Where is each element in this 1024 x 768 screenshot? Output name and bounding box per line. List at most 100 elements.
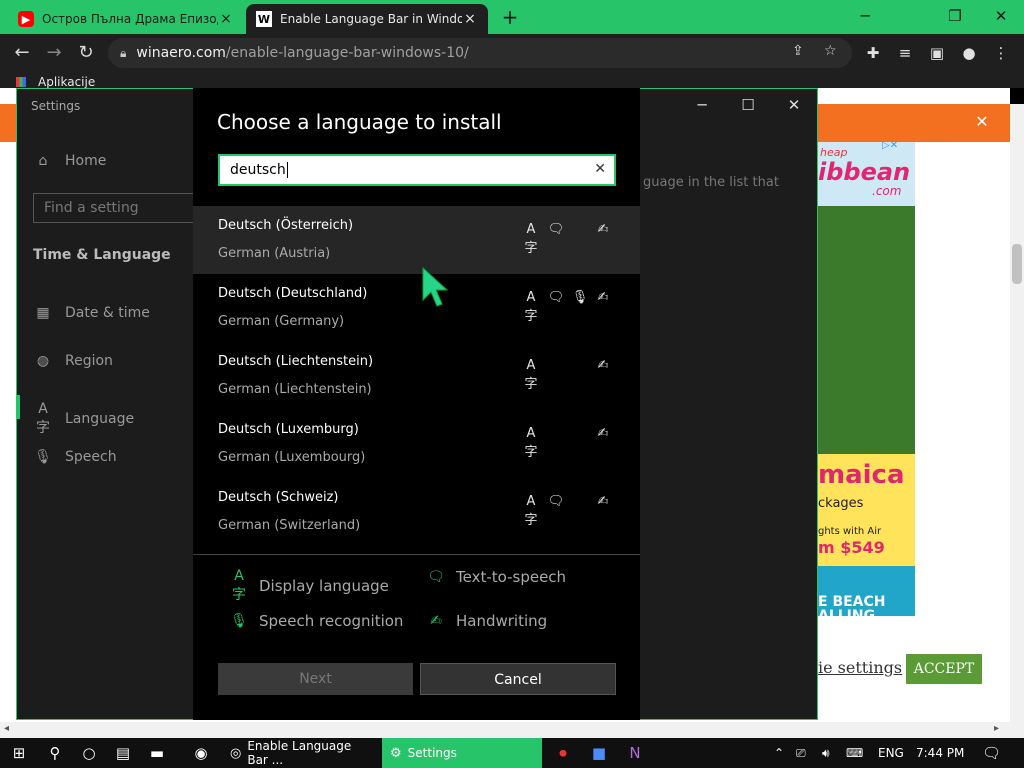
clock[interactable]: 7:44 PM (916, 738, 964, 768)
handwriting-icon: ✍︎ (597, 426, 609, 441)
back-icon[interactable]: ← (10, 41, 34, 65)
language-name: Deutsch (Österreich) (218, 218, 354, 233)
scroll-right-icon[interactable]: ▸ (994, 723, 999, 734)
ad-text: maica (818, 460, 905, 490)
mouse-cursor-icon (422, 266, 449, 307)
language-search-input[interactable]: deutsch ✕ (218, 154, 616, 186)
cancel-button[interactable]: Cancel (420, 663, 616, 695)
apps-grid-icon (16, 77, 26, 87)
ad-text: ALLING (818, 608, 876, 616)
maximize-icon[interactable]: ☐ (725, 95, 771, 115)
nav-region[interactable]: ◍ Region (33, 353, 113, 369)
tab-winaero[interactable]: W Enable Language Bar in Windows × (246, 4, 488, 34)
record-icon[interactable]: ⏺ (546, 738, 580, 768)
next-button[interactable]: Next (218, 663, 413, 695)
legend-label: Display language (259, 577, 389, 595)
restore-browser-icon[interactable]: ❐ (932, 4, 978, 28)
nav-label: Region (65, 353, 113, 369)
close-notice-icon[interactable]: ✕ (972, 112, 992, 132)
legend-text-to-speech: 🗨︎ Text-to-speech (426, 568, 566, 586)
new-tab-button[interactable]: + (498, 6, 522, 28)
language-row[interactable]: Deutsch (Schweiz) German (Switzerland) A… (193, 478, 640, 546)
keyboard-icon[interactable]: ⌨ (846, 738, 863, 768)
zoom-icon[interactable]: ■ (582, 738, 616, 768)
reload-icon[interactable]: ↻ (74, 41, 98, 65)
close-browser-icon[interactable]: ✕ (978, 4, 1024, 28)
speech-recognition-icon: 🎙︎ (230, 613, 248, 629)
microphone-icon: 🎙︎ (34, 449, 52, 465)
language-name: Deutsch (Schweiz) (218, 490, 339, 505)
handwriting-icon: ✍︎ (597, 290, 609, 305)
cortana-icon[interactable]: ○ (72, 738, 106, 768)
language-english-name: German (Liechtenstein) (218, 382, 372, 397)
horizontal-scrollbar[interactable]: ◂ ▸ (0, 722, 1024, 738)
extensions-icon[interactable]: ✚ (862, 42, 884, 64)
section-heading: Time & Language (33, 247, 171, 263)
accept-cookies-button[interactable]: ACCEPT (906, 654, 982, 684)
task-view-icon[interactable]: ▤ (106, 738, 140, 768)
tab-title: Enable Language Bar in Windows (280, 12, 462, 26)
ad-text: m $549 (818, 538, 885, 557)
minimize-icon[interactable]: ─ (679, 95, 725, 115)
taskbar-app-chrome[interactable]: ◎ Enable Language Bar ... (222, 738, 380, 768)
language-name: Deutsch (Luxemburg) (218, 422, 359, 437)
ad-text: .com (872, 184, 902, 198)
advertisement[interactable]: heap ibbean .com maica ckages ghts with … (818, 142, 915, 616)
language-row[interactable]: Deutsch (Deutschland) German (Germany) A… (193, 274, 640, 342)
taskbar-app-label: Enable Language Bar ... (247, 739, 352, 767)
nav-speech[interactable]: 🎙︎ Speech (33, 449, 116, 465)
media-control-icon[interactable]: ≡ (894, 42, 916, 64)
language-name: Deutsch (Deutschland) (218, 286, 368, 301)
show-hidden-icons-icon[interactable]: ⌃ (774, 738, 784, 768)
youtube-icon: ▶ (18, 11, 34, 27)
bookmark-star-icon[interactable]: ☆ (824, 43, 837, 59)
start-button-icon[interactable]: ⊞ (2, 738, 36, 768)
onenote-icon[interactable]: N (618, 738, 652, 768)
search-icon[interactable]: ⚲ (38, 738, 72, 768)
clear-search-icon[interactable]: ✕ (594, 161, 606, 177)
legend-handwriting: ✍︎ Handwriting (426, 612, 547, 630)
side-panel-icon[interactable]: ▣ (926, 42, 948, 64)
language-row[interactable]: Deutsch (Liechtenstein) German (Liechten… (193, 342, 640, 410)
ad-choices-icon[interactable]: ▷✕ (882, 142, 898, 151)
settings-home[interactable]: ⌂ Home (33, 153, 107, 169)
language-english-name: German (Germany) (218, 314, 345, 329)
nav-date-time[interactable]: ▦ Date & time (33, 305, 150, 321)
speech-recognition-icon: 🎙︎ (571, 290, 589, 305)
forward-icon[interactable]: → (42, 41, 66, 65)
notifications-icon[interactable]: 🗨︎ (982, 738, 1001, 768)
chrome-icon: ◎ (230, 745, 242, 761)
scroll-left-icon[interactable]: ◂ (4, 723, 9, 734)
language-english-name: German (Switzerland) (218, 518, 361, 533)
language-list: Deutsch (Österreich) German (Austria) A字… (193, 206, 640, 554)
profile-icon[interactable]: ● (958, 42, 980, 64)
language-row[interactable]: Deutsch (Österreich) German (Austria) A字… (193, 206, 640, 274)
page-scroll-thumb[interactable] (1012, 244, 1022, 284)
nav-language[interactable]: A字 Language (33, 401, 134, 437)
calendar-clock-icon: ▦ (36, 305, 50, 321)
divider (193, 554, 640, 555)
close-tab-icon[interactable]: × (462, 11, 478, 27)
url-host: winaero.com (136, 45, 226, 61)
close-tab-icon[interactable]: × (218, 11, 234, 27)
share-icon[interactable]: ⇪ (792, 43, 804, 59)
taskbar-app-settings[interactable]: ⚙ Settings (382, 738, 542, 768)
find-setting-input[interactable]: Find a setting (33, 193, 209, 223)
handwriting-icon: ✍︎ (430, 613, 442, 629)
obscured-text: guage in the list that (643, 175, 779, 190)
nav-label: Date & time (65, 305, 150, 321)
cookie-settings-link[interactable]: ie settings (818, 658, 902, 677)
edge-icon[interactable]: ◉ (184, 738, 218, 768)
page-scrollbar[interactable] (1010, 104, 1024, 722)
close-icon[interactable]: ✕ (771, 95, 817, 115)
bookmark-apps[interactable]: Aplikacije (38, 75, 95, 89)
address-bar[interactable]: 🔒︎ winaero.com/enable-language-bar-windo… (108, 38, 852, 68)
volume-icon[interactable]: 🔊︎ (822, 738, 830, 768)
input-language[interactable]: ENG (878, 738, 904, 768)
minimize-browser-icon[interactable]: ─ (842, 4, 888, 28)
file-explorer-icon[interactable]: ▬ (140, 738, 174, 768)
network-icon[interactable]: ⎚ (796, 738, 806, 768)
menu-icon[interactable]: ⋮ (990, 42, 1012, 64)
tab-youtube[interactable]: ▶ Остров Пълна Драма Епизод 1 × (8, 4, 244, 34)
language-row[interactable]: Deutsch (Luxemburg) German (Luxembourg) … (193, 410, 640, 478)
